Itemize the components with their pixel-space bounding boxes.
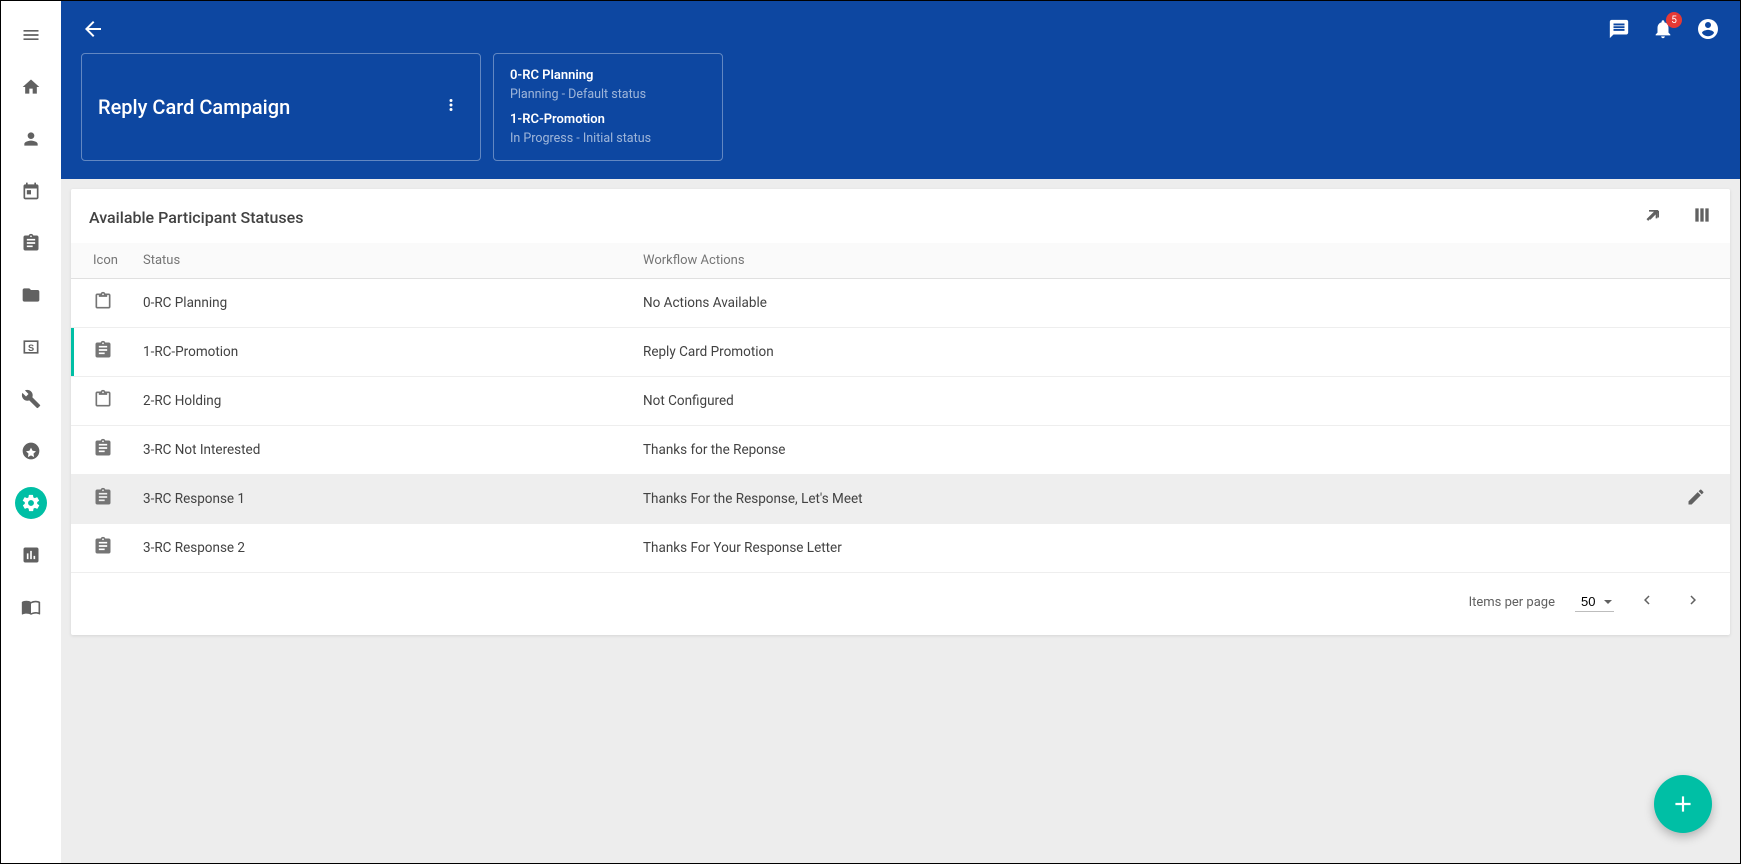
app-root: S xyxy=(0,0,1741,864)
row-actions-cell: Thanks for the Reponse xyxy=(631,426,1674,475)
home-icon[interactable] xyxy=(15,71,47,103)
row-actions-cell: Thanks For the Response, Let's Meet xyxy=(631,475,1674,524)
table-row[interactable]: 2-RC HoldingNot Configured xyxy=(71,377,1730,426)
row-actions-cell: Not Configured xyxy=(631,377,1674,426)
row-clipboard-icon xyxy=(71,524,131,573)
row-actions-cell: Reply Card Promotion xyxy=(631,328,1674,377)
content-area: Available Participant Statuses Icon xyxy=(61,179,1740,863)
paginator: Items per page 50 xyxy=(71,573,1730,635)
row-status-cell: 3-RC Not Interested xyxy=(131,426,631,475)
table-row[interactable]: 0-RC PlanningNo Actions Available xyxy=(71,279,1730,328)
billing-icon[interactable]: S xyxy=(15,331,47,363)
clipboard-icon[interactable] xyxy=(15,227,47,259)
expand-icon[interactable] xyxy=(1644,205,1664,229)
menu-icon[interactable] xyxy=(15,19,47,51)
edit-row-button[interactable] xyxy=(1674,475,1730,524)
row-status-cell: 3-RC Response 2 xyxy=(131,524,631,573)
items-per-page-label: Items per page xyxy=(1469,595,1555,610)
star-icon[interactable] xyxy=(15,435,47,467)
row-status-cell: 2-RC Holding xyxy=(131,377,631,426)
chat-icon[interactable] xyxy=(1608,18,1630,44)
book-icon[interactable] xyxy=(15,591,47,623)
row-clipboard-icon xyxy=(71,377,131,426)
detail-line2-sub: In Progress - Initial status xyxy=(510,131,706,146)
row-actions-cell: No Actions Available xyxy=(631,279,1674,328)
row-clipboard-icon xyxy=(71,475,131,524)
col-header-status[interactable]: Status xyxy=(131,243,631,279)
notification-bell-icon[interactable]: 5 xyxy=(1652,18,1674,44)
row-status-cell: 3-RC Response 1 xyxy=(131,475,631,524)
analytics-icon[interactable] xyxy=(15,539,47,571)
notification-badge: 5 xyxy=(1666,12,1682,28)
prev-page-button[interactable] xyxy=(1634,587,1660,617)
svg-text:S: S xyxy=(28,343,34,353)
row-status-cell: 0-RC Planning xyxy=(131,279,631,328)
col-header-actions[interactable]: Workflow Actions xyxy=(631,243,1674,279)
main-column: 5 Reply Card Campaign 0-RC Planning Pla xyxy=(61,1,1740,863)
folder-icon[interactable] xyxy=(15,279,47,311)
detail-line1-title: 0-RC Planning xyxy=(510,68,706,83)
wrench-icon[interactable] xyxy=(15,383,47,415)
settings-icon[interactable] xyxy=(15,487,47,519)
table-row[interactable]: 1-RC-PromotionReply Card Promotion xyxy=(71,328,1730,377)
account-icon[interactable] xyxy=(1696,17,1720,45)
calendar-icon[interactable] xyxy=(15,175,47,207)
row-clipboard-icon xyxy=(71,426,131,475)
card-title: Available Participant Statuses xyxy=(89,208,303,227)
detail-line2-title: 1-RC-Promotion xyxy=(510,112,706,127)
page-header: 5 Reply Card Campaign 0-RC Planning Pla xyxy=(61,1,1740,179)
columns-icon[interactable] xyxy=(1692,205,1712,229)
sidebar: S xyxy=(1,1,61,863)
col-header-icon[interactable]: Icon xyxy=(71,243,131,279)
status-table: Icon Status Workflow Actions 0-RC Planni… xyxy=(71,243,1730,573)
row-clipboard-icon xyxy=(71,328,131,377)
statuses-card: Available Participant Statuses Icon xyxy=(71,189,1730,635)
table-row[interactable]: 3-RC Response 1Thanks For the Response, … xyxy=(71,475,1730,524)
detail-line1-sub: Planning - Default status xyxy=(510,87,706,102)
row-clipboard-icon xyxy=(71,279,131,328)
table-row[interactable]: 3-RC Not InterestedThanks for the Repons… xyxy=(71,426,1730,475)
back-arrow-icon[interactable] xyxy=(81,17,105,45)
items-per-page-select[interactable]: 50 xyxy=(1575,592,1614,612)
person-icon[interactable] xyxy=(15,123,47,155)
campaign-detail-card[interactable]: 0-RC Planning Planning - Default status … xyxy=(493,53,723,161)
campaign-title: Reply Card Campaign xyxy=(98,95,290,119)
campaign-title-card: Reply Card Campaign xyxy=(81,53,481,161)
row-status-cell: 1-RC-Promotion xyxy=(131,328,631,377)
campaign-menu-button[interactable] xyxy=(438,92,464,122)
table-row[interactable]: 3-RC Response 2Thanks For Your Response … xyxy=(71,524,1730,573)
next-page-button[interactable] xyxy=(1680,587,1706,617)
row-actions-cell: Thanks For Your Response Letter xyxy=(631,524,1674,573)
add-fab-button[interactable] xyxy=(1654,775,1712,833)
